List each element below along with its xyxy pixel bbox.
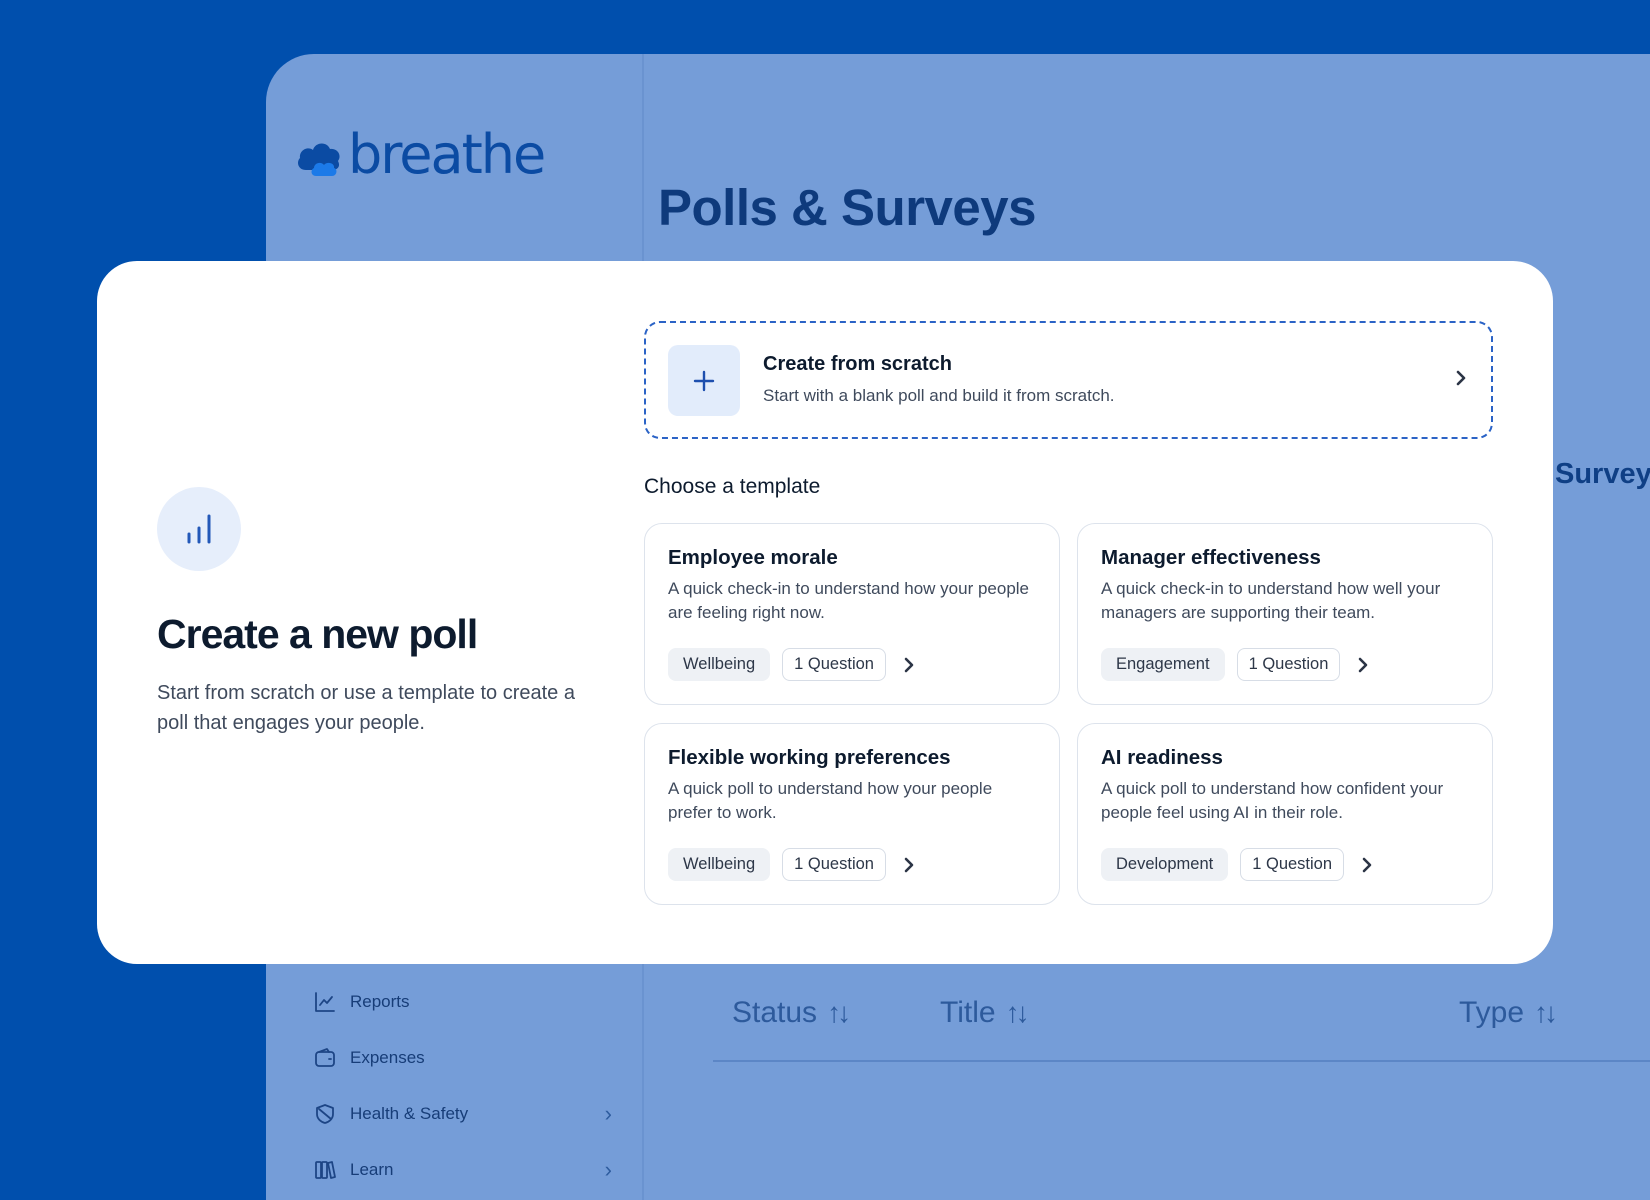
- plus-icon: [668, 345, 740, 416]
- template-card-manager-effectiveness[interactable]: Manager effectiveness A quick check-in t…: [1077, 523, 1493, 705]
- template-description: A quick check-in to understand how your …: [668, 579, 1030, 622]
- table-header-divider: [713, 1060, 1650, 1062]
- column-header-status[interactable]: Status ↑↓: [732, 996, 851, 1030]
- column-header-label: Type: [1459, 996, 1525, 1029]
- background-heading: Survey: [1555, 458, 1650, 490]
- choose-template-label: Choose a template: [644, 475, 821, 498]
- sort-icon: ↑↓: [1534, 997, 1558, 1028]
- sidebar-item-learn[interactable]: Learn ›: [312, 1142, 612, 1198]
- template-footer: Development 1 Question: [1101, 848, 1374, 881]
- modal-title: Create a new poll: [157, 611, 478, 657]
- page-title: Polls & Surveys: [658, 179, 1037, 236]
- books-icon: [312, 1157, 338, 1183]
- template-footer: Wellbeing 1 Question: [668, 648, 916, 681]
- template-footer: Wellbeing 1 Question: [668, 848, 916, 881]
- template-footer: Engagement 1 Question: [1101, 648, 1370, 681]
- chevron-right-icon: [902, 855, 916, 875]
- stage: breathe Reports Expenses Health & Safety…: [0, 0, 1650, 1200]
- chart-line-icon: [312, 989, 338, 1015]
- sidebar-item-reports[interactable]: Reports: [312, 974, 612, 1030]
- sidebar-item-health-safety[interactable]: Health & Safety ›: [312, 1086, 612, 1142]
- template-description: A quick poll to understand how your peop…: [668, 779, 993, 822]
- chevron-right-icon: [1453, 367, 1469, 394]
- template-card-employee-morale[interactable]: Employee morale A quick check-in to unde…: [644, 523, 1060, 705]
- question-count-tag: 1 Question: [782, 848, 886, 881]
- cloud-logo-icon: [298, 143, 340, 176]
- chevron-right-icon: [1360, 855, 1374, 875]
- template-title: Employee morale: [668, 546, 838, 569]
- category-tag: Wellbeing: [668, 648, 771, 681]
- scratch-description: Start with a blank poll and build it fro…: [763, 386, 1115, 405]
- template-title: Flexible working preferences: [668, 746, 951, 769]
- sidebar-item-expenses[interactable]: Expenses: [312, 1030, 612, 1086]
- sort-icon: ↑↓: [1005, 997, 1030, 1028]
- shield-icon: [312, 1101, 338, 1127]
- sidebar-item-label: Reports: [350, 992, 410, 1011]
- chevron-right-icon: ›: [604, 1157, 612, 1182]
- scratch-title: Create from scratch: [763, 353, 952, 375]
- sort-icon: ↑↓: [827, 997, 851, 1028]
- modal-description: Start from scratch or use a template to …: [157, 682, 575, 734]
- wallet-icon: [312, 1045, 338, 1071]
- chevron-right-icon: [1356, 655, 1370, 675]
- column-header-label: Title: [940, 996, 996, 1029]
- sidebar-item-label: Learn: [350, 1160, 394, 1179]
- column-header-title[interactable]: Title ↑↓: [940, 996, 1030, 1030]
- question-count-tag: 1 Question: [1236, 648, 1341, 681]
- template-card-ai-readiness[interactable]: AI readiness A quick poll to understand …: [1077, 723, 1493, 905]
- chevron-right-icon: ›: [604, 1101, 612, 1126]
- create-poll-modal: Create a new poll Start from scratch or …: [97, 261, 1553, 964]
- logo-text: breathe: [348, 123, 546, 186]
- column-header-type[interactable]: Type ↑↓: [1459, 996, 1558, 1030]
- template-description: A quick check-in to understand how well …: [1101, 579, 1441, 622]
- create-from-scratch-button[interactable]: Create from scratch Start with a blank p…: [644, 321, 1493, 439]
- category-tag: Development: [1101, 848, 1229, 881]
- sidebar-nav: Reports Expenses Health & Safety › Learn…: [312, 974, 612, 1198]
- template-card-flexible-working[interactable]: Flexible working preferences A quick pol…: [644, 723, 1060, 905]
- chevron-right-icon: [902, 655, 916, 675]
- template-description: A quick poll to understand how confident…: [1101, 779, 1444, 822]
- column-header-label: Status: [732, 996, 818, 1029]
- template-title: AI readiness: [1101, 746, 1223, 769]
- template-title: Manager effectiveness: [1101, 546, 1321, 569]
- category-tag: Engagement: [1101, 648, 1225, 681]
- question-count-tag: 1 Question: [1240, 848, 1345, 881]
- bar-chart-icon: [157, 487, 241, 571]
- question-count-tag: 1 Question: [782, 648, 886, 681]
- sidebar-item-label: Expenses: [350, 1048, 425, 1067]
- logo[interactable]: breathe: [294, 123, 546, 186]
- sidebar-item-label: Health & Safety: [350, 1104, 469, 1123]
- category-tag: Wellbeing: [668, 848, 771, 881]
